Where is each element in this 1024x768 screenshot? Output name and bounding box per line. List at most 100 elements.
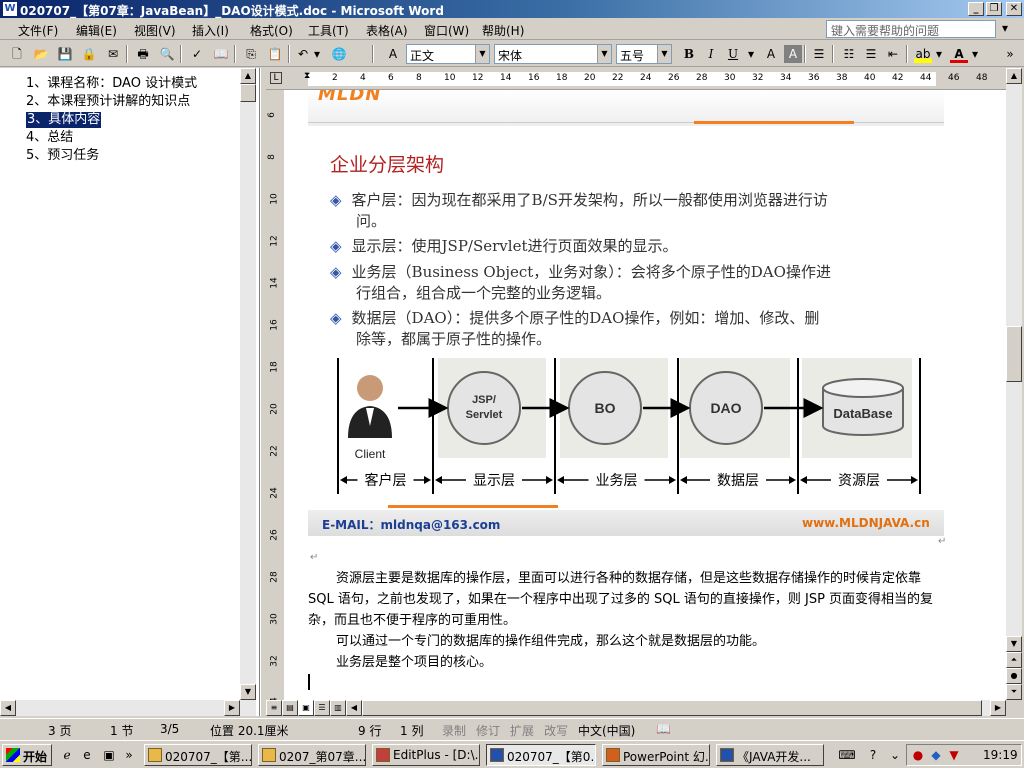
docmap-hscrollbar[interactable]: ◀ ▶ [0,700,256,716]
prev-page-icon[interactable]: ⏶ [1006,652,1022,668]
status-rec[interactable]: 录制 [442,722,466,739]
menu-file[interactable]: 文件(F) [18,22,58,39]
menu-insert[interactable]: 插入(I) [192,22,229,39]
bold-button[interactable]: B [680,45,698,63]
web-view-icon[interactable]: ▤ [282,700,298,716]
tray-antivirus-icon[interactable]: ▼ [945,746,963,764]
hscroll-thumb[interactable] [362,700,982,716]
menu-table[interactable]: 表格(A) [366,22,408,39]
font-color-dropdown-icon[interactable]: ▾ [970,45,980,63]
font-size-select[interactable]: 五号 ▼ [616,44,672,64]
style-dropdown-icon[interactable]: ▼ [475,45,489,63]
browse-object-icon[interactable]: ● [1006,668,1022,684]
quicklaunch-more-icon[interactable]: » [120,746,138,764]
document-scrollbar[interactable]: ▲ ▼ ⏶ ● ⏷ [1006,68,1022,700]
map-item-5[interactable]: 5、预习任务 [26,148,99,164]
status-ext[interactable]: 扩展 [510,722,534,739]
indent-marker-icon[interactable]: ⧗ [304,71,310,81]
font-select[interactable]: 宋体 ▼ [494,44,612,64]
reading-view-icon[interactable]: ▥ [330,700,346,716]
menu-tools[interactable]: 工具(T) [308,22,349,39]
doc-scroll-up-icon[interactable]: ▲ [1006,68,1022,84]
ie-icon[interactable]: ℯ [58,746,76,764]
normal-view-icon[interactable]: ≡ [266,700,282,716]
menu-window[interactable]: 窗口(W) [424,22,469,39]
help-search-input[interactable]: 键入需要帮助的问题 [826,20,996,38]
new-document-icon[interactable]: 🗋 [8,45,26,63]
hscroll-right-icon[interactable]: ▶ [990,700,1006,716]
highlight-icon[interactable]: ab [914,45,932,63]
task-3[interactable]: EditPlus - [D:\... [372,744,480,766]
email-icon[interactable]: ✉ [104,45,122,63]
research-icon[interactable]: 📖 [212,45,230,63]
permission-icon[interactable]: 🔒 [80,45,98,63]
print-preview-icon[interactable]: 🔍 [158,45,176,63]
help-icon[interactable]: ? [864,746,882,764]
copy-icon[interactable]: ⎘ [242,45,260,63]
numbering-icon[interactable]: ☷ [840,45,858,63]
open-folder-icon[interactable]: 📂 [32,45,50,63]
menu-format[interactable]: 格式(O) [250,22,293,39]
decrease-indent-icon[interactable]: ⇤ [884,45,902,63]
doc-hscrollbar[interactable]: ≡ ▤ ▣ ☰ ▥ ◀ ▶ [266,700,1006,716]
status-trk[interactable]: 修订 [476,722,500,739]
menu-view[interactable]: 视图(V) [134,22,176,39]
print-view-icon[interactable]: ▣ [298,700,314,716]
ie2-icon[interactable]: e [78,746,96,764]
quicklaunch-icon[interactable]: ▣ [100,746,118,764]
document-area[interactable]: MLDN 企业分层架构 ◈ 客户层：因为现在都采用了B/S开发架构，所以一般都使用… [284,90,1006,700]
map-item-4[interactable]: 4、总结 [26,130,73,146]
highlight-dropdown-icon[interactable]: ▾ [934,45,944,63]
save-icon[interactable]: 💾 [56,45,74,63]
scroll-up-icon[interactable]: ▲ [240,68,256,84]
task-6[interactable]: 《JAVA开发... [716,744,824,766]
size-dropdown-icon[interactable]: ▼ [657,45,671,63]
horizontal-ruler[interactable]: L 2 4 6 8 10 12 14 16 18 20 22 24 26 28 30 32 34 36 38 40 42… [266,68,1006,90]
bullets-icon[interactable]: ☰ [862,45,880,63]
help-dropdown-icon[interactable]: ▾ [1002,21,1008,35]
hscroll-left-icon[interactable]: ◀ [346,700,362,716]
map-item-2[interactable]: 2、本课程预计讲解的知识点 [26,94,190,110]
menu-edit[interactable]: 编辑(E) [76,22,117,39]
task-1[interactable]: 020707_【第... [144,744,252,766]
spelling-status-icon[interactable]: 📖 [656,722,671,736]
paste-icon[interactable]: 📋 [266,45,284,63]
hyperlink-icon[interactable]: 🌐 [330,45,348,63]
scroll-left-icon[interactable]: ◀ [0,700,16,716]
start-button[interactable]: 开始 [2,744,52,766]
map-item-3[interactable]: 3、具体内容 [26,112,102,128]
restore-button[interactable]: ❐ [986,2,1002,16]
status-ovr[interactable]: 改写 [544,722,568,739]
font-dropdown-icon[interactable]: ▼ [597,45,611,63]
docmap-scrollbar[interactable]: ▲ ▼ [240,68,256,700]
spellcheck-icon[interactable]: ✓ [188,45,206,63]
font-color-icon[interactable]: A [950,45,968,63]
align-justify-icon[interactable]: ☰ [810,45,828,63]
tray-red-icon[interactable]: ● [909,746,927,764]
underline-button[interactable]: U [724,45,742,63]
task-5[interactable]: PowerPoint 幻... [602,744,710,766]
scroll-thumb[interactable] [240,84,256,102]
menu-help[interactable]: 帮助(H) [482,22,524,39]
doc-scroll-thumb[interactable] [1006,326,1022,382]
map-item-1[interactable]: 1、课程名称：DAO 设计模式 [26,76,197,92]
undo-icon[interactable]: ↶ [294,45,312,63]
undo-dropdown-icon[interactable]: ▾ [312,45,322,63]
tray-expand-icon[interactable]: ⌄ [886,746,904,764]
minimize-button[interactable]: _ [968,2,984,16]
task-2[interactable]: 0207_第07章... [258,744,366,766]
underline-dropdown-icon[interactable]: ▾ [746,45,756,63]
char-shading-icon[interactable]: A [784,45,802,63]
scroll-down-icon[interactable]: ▼ [240,684,256,700]
italic-button[interactable]: I [702,45,720,63]
scroll-right-icon[interactable]: ▶ [224,700,240,716]
task-4[interactable]: 020707_【第0... [486,744,596,766]
char-border-icon[interactable]: A [762,45,780,63]
outline-view-icon[interactable]: ☰ [314,700,330,716]
keyboard-icon[interactable]: ⌨ [838,746,856,764]
close-button[interactable]: ✕ [1006,2,1022,16]
print-icon[interactable]: 🖶 [134,45,152,63]
styles-pane-icon[interactable]: A [384,45,402,63]
doc-scroll-down-icon[interactable]: ▼ [1006,636,1022,652]
toolbar-options-icon[interactable]: » [1004,45,1016,63]
